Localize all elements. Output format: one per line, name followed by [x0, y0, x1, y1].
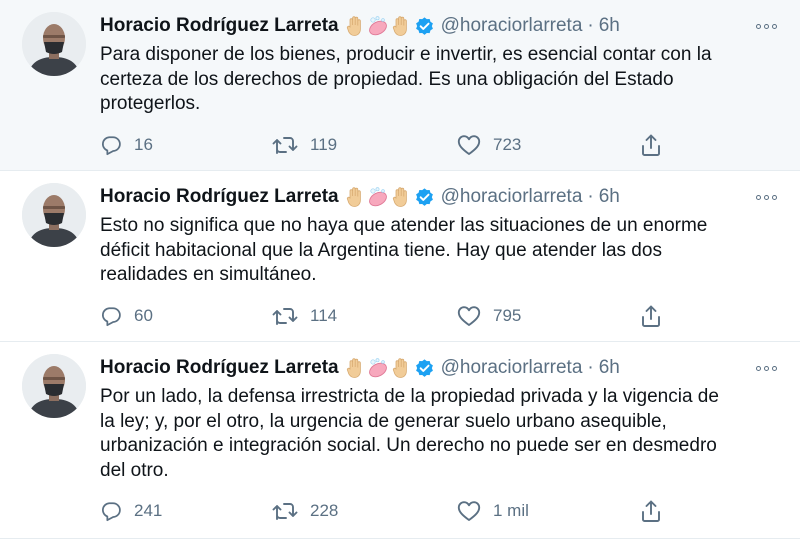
like-button[interactable]: 795: [457, 301, 521, 331]
retweet-count: 119: [310, 135, 338, 154]
avatar[interactable]: [22, 183, 86, 247]
verified-badge-icon: [414, 187, 435, 208]
more-options-icon[interactable]: [752, 354, 780, 382]
share-button[interactable]: [640, 130, 662, 160]
more-options-icon[interactable]: [752, 12, 780, 40]
tweet-text-line: urbanización e integración social. Un de…: [100, 435, 717, 456]
avatar[interactable]: [22, 354, 86, 418]
like-count: 723: [493, 135, 522, 154]
name-emojis: [345, 186, 411, 208]
tweet-actions: 16 119 723: [100, 130, 680, 160]
heart-icon: [457, 501, 481, 521]
author-name[interactable]: Horacio Rodríguez Larreta: [100, 357, 339, 379]
tweet-actions: 60 114 795: [100, 301, 680, 331]
reply-button[interactable]: 60: [100, 301, 153, 331]
tweet-text-line: del otro.: [100, 459, 169, 481]
reply-icon: [102, 307, 121, 327]
verified-badge-icon: [414, 358, 435, 379]
tweet-header: Horacio Rodríguez Larreta @horaciorlarre…: [100, 183, 620, 211]
raised-hand-icon: [346, 358, 361, 378]
reply-icon: [102, 136, 121, 156]
like-button[interactable]: 723: [457, 130, 521, 160]
tweet-header: Horacio Rodríguez Larreta @horaciorlarre…: [100, 354, 620, 382]
share-button[interactable]: [640, 301, 662, 331]
separator-dot: ·: [587, 357, 594, 378]
reply-button[interactable]: 241: [100, 496, 162, 526]
tweet-text-line: certeza de los derechos de propiedad. Es…: [100, 68, 674, 90]
tweet-text-line: la ley; y, por el otro, la urgencia de g…: [100, 410, 667, 432]
tweet-timestamp[interactable]: 6h: [599, 357, 620, 379]
separator-dot: ·: [587, 186, 594, 207]
retweet-icon: [272, 137, 298, 154]
soap-icon: [368, 187, 387, 207]
retweet-icon: [272, 308, 298, 325]
author-name[interactable]: Horacio Rodríguez Larreta: [100, 186, 339, 208]
author-handle[interactable]: @horaciorlarreta: [441, 357, 583, 379]
tweet-text: Por un lado, la defensa irrestricta de l…: [100, 385, 780, 483]
reply-icon: [102, 502, 121, 522]
reply-count: 60: [134, 306, 153, 325]
retweet-button[interactable]: 228: [272, 496, 338, 526]
reply-button[interactable]: 16: [100, 130, 153, 160]
share-icon: [642, 134, 660, 156]
more-options-icon[interactable]: [752, 183, 780, 211]
heart-icon: [457, 135, 481, 155]
retweet-count: 114: [310, 306, 338, 325]
share-icon: [642, 305, 660, 327]
share-icon: [642, 500, 660, 522]
tweet[interactable]: Horacio Rodríguez Larreta @horaciorlarre…: [0, 0, 800, 171]
raised-hand-icon: [346, 187, 361, 207]
soap-icon: [368, 16, 387, 36]
tweet-text-line: protegerlos.: [100, 93, 201, 114]
share-button[interactable]: [640, 496, 662, 526]
separator-dot: ·: [587, 15, 594, 36]
retweet-button[interactable]: 114: [272, 301, 337, 331]
author-handle[interactable]: @horaciorlarreta: [441, 15, 583, 37]
tweet-text-line: déficit habitacional que la Argentina ti…: [100, 239, 662, 261]
tweet-timestamp[interactable]: 6h: [599, 15, 620, 37]
tweet-text: Esto no significa que no haya que atende…: [100, 214, 780, 288]
soap-icon: [368, 358, 387, 378]
tweet-header: Horacio Rodríguez Larreta @horaciorlarre…: [100, 12, 620, 40]
like-count: 1 mil: [493, 501, 529, 520]
name-emojis: [345, 357, 411, 379]
reply-count: 16: [134, 135, 153, 154]
tweet[interactable]: Horacio Rodríguez Larreta @horaciorlarre…: [0, 171, 800, 342]
avatar[interactable]: [22, 12, 86, 76]
like-button[interactable]: 1 mil: [457, 496, 529, 526]
tweet-text-line: Por un lado, la defensa irrestricta de l…: [100, 386, 719, 407]
tweet-text-line: Esto no significa que no haya que atende…: [100, 215, 708, 236]
tweet-text: Para disponer de los bienes, producir e …: [100, 43, 780, 117]
tweet-actions: 241 228 1 mil: [100, 496, 680, 526]
reply-count: 241: [134, 501, 163, 520]
tweet[interactable]: Horacio Rodríguez Larreta @horaciorlarre…: [0, 342, 800, 539]
heart-icon: [457, 306, 481, 326]
author-name[interactable]: Horacio Rodríguez Larreta: [100, 15, 339, 37]
retweet-icon: [272, 503, 298, 520]
verified-badge-icon: [414, 16, 435, 37]
tweet-text-line: realidades en simultáneo.: [100, 264, 317, 285]
raised-hand-icon: [346, 16, 361, 36]
raised-hand-icon: [392, 187, 407, 207]
raised-hand-icon: [392, 358, 407, 378]
raised-hand-icon: [392, 16, 407, 36]
retweet-count: 228: [310, 501, 339, 520]
tweet-timestamp[interactable]: 6h: [599, 186, 620, 208]
author-handle[interactable]: @horaciorlarreta: [441, 186, 583, 208]
tweet-text-line: Para disponer de los bienes, producir e …: [100, 44, 712, 65]
retweet-button[interactable]: 119: [272, 130, 337, 160]
name-emojis: [345, 15, 411, 37]
like-count: 795: [493, 306, 522, 325]
